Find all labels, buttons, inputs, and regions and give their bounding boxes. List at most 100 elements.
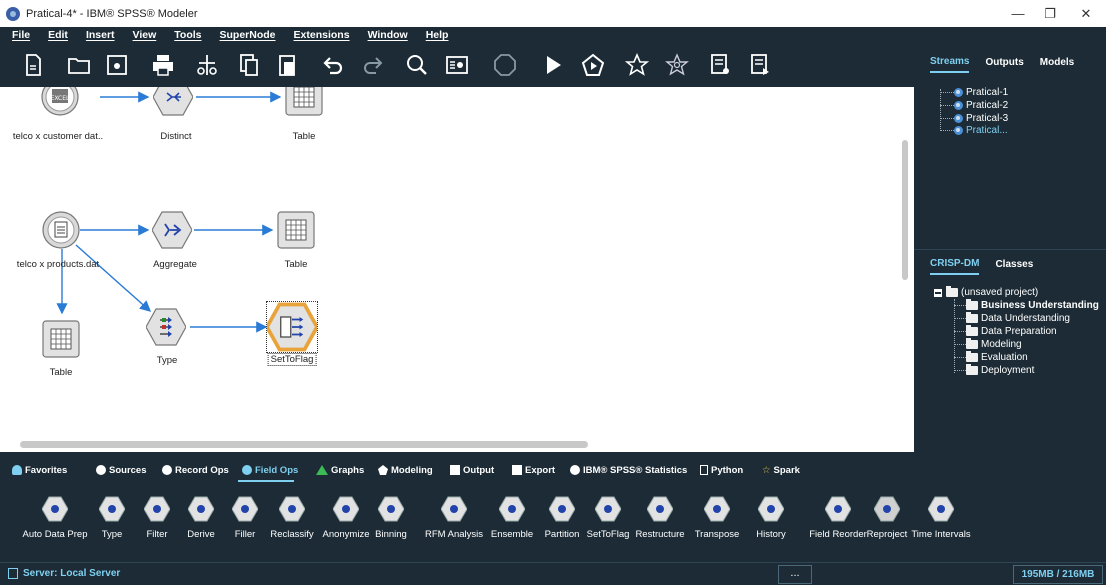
table-node-1[interactable] [284, 87, 324, 117]
star-settings-icon[interactable] [664, 51, 690, 79]
palette-tab-graphs[interactable]: Graphs [316, 460, 364, 480]
palette-tab-record-ops[interactable]: Record Ops [162, 460, 229, 480]
python-file-icon [700, 465, 708, 475]
palette-node-settoflag-icon[interactable] [594, 496, 622, 522]
palette-tab-favorites[interactable]: Favorites [12, 460, 67, 480]
type-node[interactable] [145, 307, 187, 347]
status-more-button[interactable]: ... [778, 565, 812, 584]
palette-node-time-intervals-icon[interactable] [927, 496, 955, 522]
palette-node-ensemble-icon[interactable] [498, 496, 526, 522]
palette-node-reclassify-icon[interactable] [278, 496, 306, 522]
tab-classes[interactable]: Classes [995, 255, 1033, 274]
excel-source-node[interactable]: EXCEL [40, 87, 80, 117]
save-stream-icon[interactable] [104, 51, 130, 79]
memory-usage: 195MB / 216MB [1013, 565, 1103, 584]
annotations-icon[interactable] [708, 51, 734, 79]
palette-node-field-reorder-icon[interactable] [824, 496, 852, 522]
palette-node-transpose-icon[interactable] [703, 496, 731, 522]
canvas-vertical-scrollbar[interactable] [902, 140, 908, 280]
tab-models[interactable]: Models [1040, 53, 1074, 72]
phase-item[interactable]: Data Preparation [966, 325, 1057, 337]
server-status[interactable]: Server: Local Server [8, 568, 120, 579]
menu-supernode[interactable]: SuperNode [220, 29, 276, 45]
palette-node-auto-data-prep-icon[interactable] [41, 496, 69, 522]
redo-icon[interactable] [360, 51, 386, 79]
palette-tab-python[interactable]: Python [700, 460, 743, 480]
type-label: Type [156, 355, 178, 366]
canvas-horizontal-scrollbar[interactable] [20, 441, 588, 448]
paste-icon[interactable] [274, 51, 300, 79]
distinct-node[interactable] [152, 87, 194, 117]
preview-icon[interactable] [444, 51, 470, 79]
table-node-2[interactable] [276, 210, 316, 250]
palette-tab-export[interactable]: Export [512, 460, 555, 480]
star-icon[interactable] [624, 51, 650, 79]
close-button[interactable]: ✕ [1066, 0, 1106, 27]
tab-outputs[interactable]: Outputs [985, 53, 1023, 72]
menu-file[interactable]: File [12, 29, 30, 45]
statistics-icon [570, 465, 580, 475]
menu-edit[interactable]: Edit [48, 29, 68, 45]
copy-icon[interactable] [236, 51, 262, 79]
palette-node-type-icon[interactable] [98, 496, 126, 522]
palette-node-anonymize-icon[interactable] [332, 496, 360, 522]
palette-tab-sources[interactable]: Sources [96, 460, 147, 480]
phase-label: Business Understanding [981, 300, 1099, 311]
palette-tab-spss-statistics[interactable]: IBM® SPSS® Statistics [570, 460, 687, 480]
stream-item-label: Pratical... [966, 125, 1008, 136]
menu-insert[interactable]: Insert [86, 29, 115, 45]
stream-item-current[interactable]: Pratical... [954, 125, 1008, 136]
settoflag-node[interactable] [264, 301, 320, 353]
palette-tab-field-ops[interactable]: Field Ops [242, 460, 298, 480]
stream-canvas[interactable]: EXCEL telco x customer dat.. Distinct Ta… [0, 87, 914, 452]
square-icon [512, 465, 522, 475]
menu-tools[interactable]: Tools [174, 29, 201, 45]
phase-item[interactable]: Data Understanding [966, 312, 1070, 324]
palette-tab-modeling[interactable]: Modeling [378, 460, 433, 480]
phase-item[interactable]: Business Understanding [966, 299, 1099, 311]
table-node-3[interactable] [41, 319, 81, 359]
phase-item[interactable]: Evaluation [966, 351, 1028, 363]
menu-view[interactable]: View [133, 29, 157, 45]
stream-item[interactable]: Pratical-3 [954, 113, 1008, 124]
palette-tab-label: Sources [109, 464, 147, 476]
menu-extensions[interactable]: Extensions [294, 29, 350, 45]
menu-window[interactable]: Window [368, 29, 408, 45]
run-icon[interactable] [540, 51, 566, 79]
comments-icon[interactable] [748, 51, 774, 79]
palette-node-reproject-icon[interactable] [873, 496, 901, 522]
stop-icon[interactable] [492, 51, 518, 79]
undo-icon[interactable] [320, 51, 346, 79]
restore-button[interactable]: ❐ [1030, 0, 1070, 27]
palette-node-filler-icon[interactable] [231, 496, 259, 522]
aggregate-node[interactable] [151, 210, 193, 250]
palette-tab-output[interactable]: Output [450, 460, 494, 480]
print-icon[interactable] [150, 51, 176, 79]
palette-node-filter-icon[interactable] [143, 496, 171, 522]
palette-tab-spark[interactable]: ☆ Spark [762, 460, 800, 480]
open-stream-icon[interactable] [66, 51, 92, 79]
palette-node-label: Binning [375, 529, 407, 540]
var-file-source-node[interactable] [41, 210, 81, 250]
project-root[interactable]: (unsaved project) [946, 286, 1038, 298]
find-icon[interactable] [404, 51, 430, 79]
stream-item[interactable]: Pratical-2 [954, 100, 1008, 111]
tab-streams[interactable]: Streams [930, 52, 970, 73]
run-selection-icon[interactable] [580, 51, 606, 79]
stream-item[interactable]: Pratical-1 [954, 87, 1008, 98]
tab-crisp-dm[interactable]: CRISP-DM [930, 254, 980, 275]
palette-node-label: Auto Data Prep [22, 529, 88, 540]
palette-node-history-icon[interactable] [757, 496, 785, 522]
palette-node-derive-icon[interactable] [187, 496, 215, 522]
palette-node-binning-icon[interactable] [377, 496, 405, 522]
phase-item[interactable]: Deployment [966, 364, 1034, 376]
palette-node-partition-icon[interactable] [548, 496, 576, 522]
cut-icon[interactable] [194, 51, 220, 79]
palette-node-restructure-icon[interactable] [646, 496, 674, 522]
palette-node-label: Filler [234, 529, 256, 540]
phase-item[interactable]: Modeling [966, 338, 1022, 350]
collapse-icon[interactable] [934, 289, 942, 297]
menu-help[interactable]: Help [426, 29, 449, 45]
new-stream-icon[interactable] [20, 51, 46, 79]
palette-node-rfm-analysis-icon[interactable] [440, 496, 468, 522]
